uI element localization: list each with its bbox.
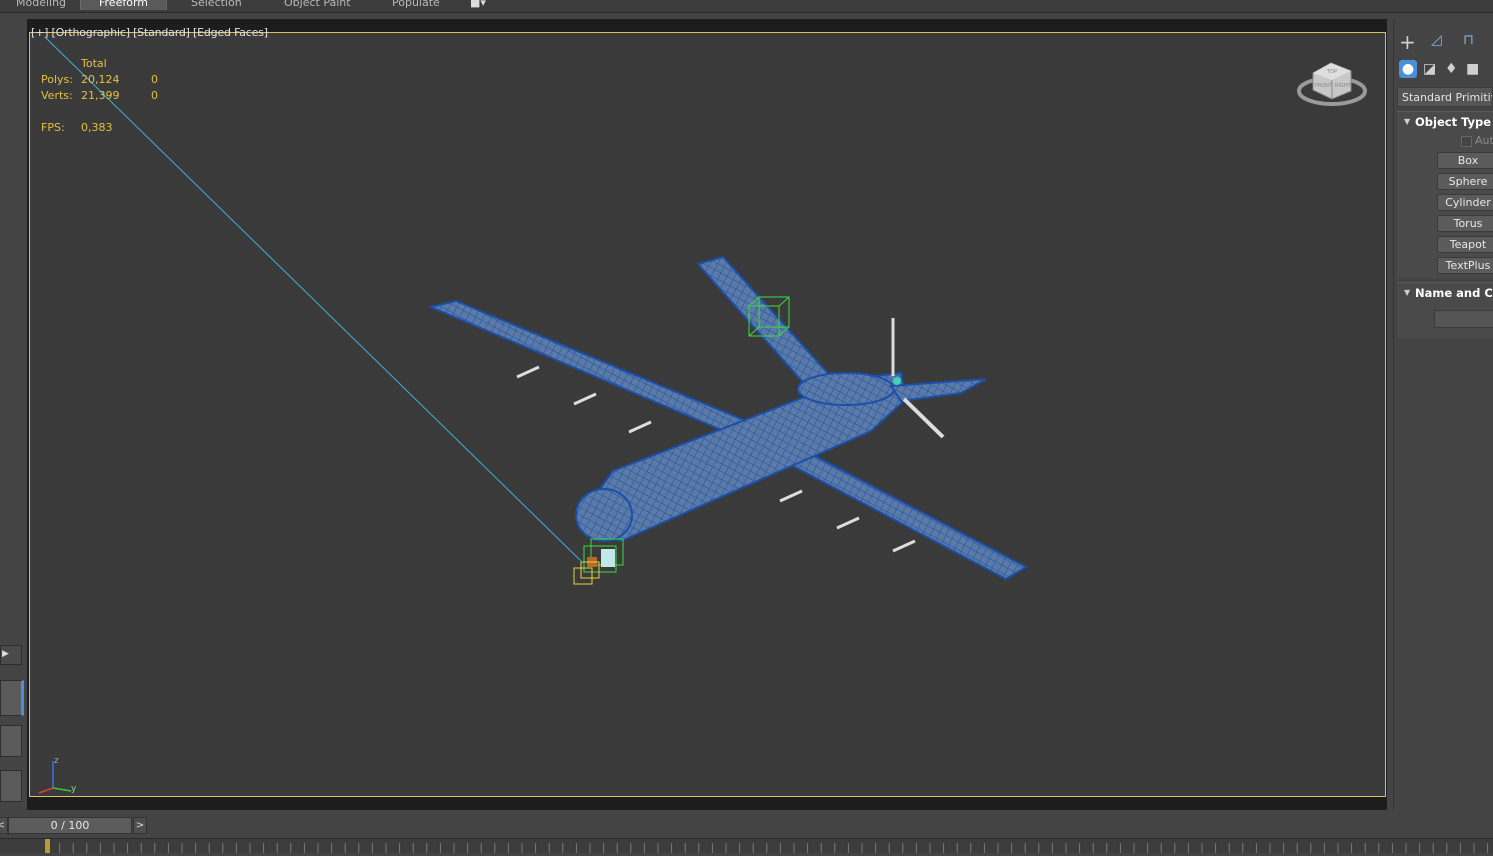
verts-total: 21,399 <box>81 89 120 102</box>
collapse-arrow-icon[interactable]: ▼ <box>1404 288 1410 297</box>
left-wing[interactable] <box>427 299 748 438</box>
tail-fin[interactable] <box>696 255 835 391</box>
viewport-orthographic[interactable]: z y TOP FRONT RIGHT <box>29 32 1386 797</box>
collapse-arrow-icon[interactable]: ▼ <box>1404 117 1410 126</box>
box-button[interactable]: Box <box>1437 152 1493 169</box>
track-bar[interactable] <box>0 838 1493 853</box>
modify-tab-icon[interactable]: ◿ <box>1431 32 1442 48</box>
time-slider-bar <box>0 814 1493 836</box>
teapot-button[interactable]: Teapot <box>1437 236 1493 253</box>
wireframe-scene: z y TOP FRONT RIGHT <box>38 36 1367 794</box>
engine-cowling[interactable] <box>797 372 895 406</box>
sensor-turret <box>601 549 615 567</box>
prev-frame-button[interactable]: < <box>0 817 8 834</box>
expand-arrow-button[interactable]: ▶ <box>0 645 22 665</box>
polys-selected: 0 <box>151 73 158 86</box>
left-toolbar: ▶ <box>0 20 24 810</box>
tab-populate[interactable]: Populate <box>392 0 440 10</box>
propeller-hub <box>893 377 901 385</box>
camera-line <box>44 36 582 562</box>
track-ticks <box>45 839 1489 853</box>
polys-label: Polys: <box>41 73 73 86</box>
tab-freeform[interactable]: Freeform <box>80 0 167 10</box>
propeller-blade-down <box>902 397 945 439</box>
hierarchy-tab-icon[interactable]: ⊓ <box>1463 32 1474 48</box>
viewport-label: [+] [Orthographic] [Standard] [Edged Fac… <box>31 26 268 39</box>
tab-selection[interactable]: Selection <box>191 0 242 10</box>
time-slider[interactable]: 0 / 100 <box>8 817 132 834</box>
object-name-input[interactable] <box>1434 310 1493 328</box>
viewport-view-label[interactable]: [Orthographic] <box>52 26 130 39</box>
tab-modeling[interactable]: Modeling <box>16 0 66 10</box>
geometry-icon[interactable]: ● <box>1399 60 1417 78</box>
lights-icon[interactable]: ♦ <box>1445 61 1458 77</box>
shapes-icon[interactable]: ◪ <box>1423 61 1436 77</box>
textplus-button[interactable]: TextPlus <box>1437 257 1493 274</box>
nose-dome[interactable] <box>575 488 633 542</box>
next-frame-button[interactable]: > <box>133 817 147 834</box>
category-dropdown[interactable]: Standard Primitives <box>1397 87 1493 107</box>
name-color-rollout: ▼ Name and Color <box>1397 282 1493 338</box>
stats-header: Total <box>81 57 107 70</box>
autogrid-label: AutoGrid <box>1475 134 1493 147</box>
left-tool-button-1[interactable] <box>0 680 24 716</box>
name-color-title[interactable]: Name and Color <box>1415 286 1493 300</box>
create-tab-icon[interactable]: + <box>1399 30 1416 54</box>
verts-label: Verts: <box>41 89 73 102</box>
viewport-edges-label[interactable]: [Edged Faces] <box>193 26 268 39</box>
left-tool-button-3[interactable] <box>0 770 22 802</box>
ribbon-bar: Modeling Freeform Selection Object Paint… <box>0 0 1493 13</box>
fps-label: FPS: <box>41 121 65 134</box>
sphere-button[interactable]: Sphere <box>1437 173 1493 190</box>
tab-object-paint[interactable]: Object Paint <box>284 0 351 10</box>
time-marker <box>45 839 50 853</box>
ribbon-options-icon[interactable]: ■▾ <box>470 0 486 10</box>
viewport-shading-label[interactable]: [Standard] <box>133 26 190 39</box>
axis-z-label: z <box>54 756 59 766</box>
axis-y-label: y <box>71 784 77 794</box>
torus-button[interactable]: Torus <box>1437 215 1493 232</box>
viewport-menu-plus[interactable]: [+] <box>31 26 48 39</box>
fps-value: 0,383 <box>81 121 113 134</box>
polys-total: 20,124 <box>81 73 120 86</box>
viewcube-top-label: TOP <box>1326 69 1337 75</box>
verts-selected: 0 <box>151 89 158 102</box>
object-type-title[interactable]: Object Type <box>1415 115 1491 129</box>
viewcube-front-label: FRONT <box>1315 83 1333 89</box>
cameras-icon[interactable]: ■ <box>1466 61 1479 77</box>
v-tail[interactable] <box>889 378 987 403</box>
left-tool-button-2[interactable] <box>0 725 22 757</box>
viewcube-right-label: RIGHT <box>1335 83 1352 89</box>
cylinder-button[interactable]: Cylinder <box>1437 194 1493 211</box>
autogrid-checkbox[interactable] <box>1461 136 1472 147</box>
